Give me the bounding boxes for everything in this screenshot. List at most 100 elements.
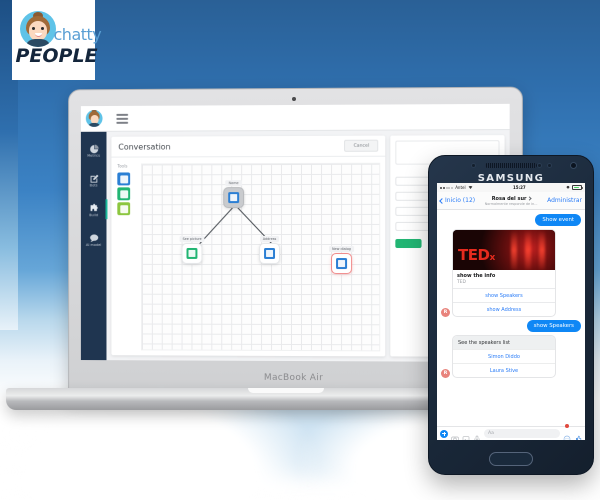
flow-node-label: Address	[259, 236, 280, 243]
plus-circle-icon[interactable]	[440, 429, 448, 438]
sidebar-item-build[interactable]: Build	[81, 199, 107, 219]
signal-strength-icon	[440, 186, 454, 189]
card-subtitle: TED	[457, 280, 466, 285]
chat-bubble-icon	[88, 231, 99, 243]
flow-node-box[interactable]	[181, 243, 203, 264]
logo-word-chatty: chatty	[53, 25, 102, 44]
tools-label: Tools	[117, 163, 128, 169]
phone-top-bezel: SAMSUNG	[429, 160, 593, 184]
wifi-icon	[468, 185, 473, 191]
manage-button[interactable]: Administrar	[547, 197, 582, 204]
notification-dot	[565, 423, 569, 428]
avatar: R	[441, 369, 450, 378]
pie-chart-icon	[88, 142, 99, 154]
speakers-list-header: See the speakers list	[453, 336, 555, 349]
back-to-inbox-button[interactable]: Inicio (12)	[439, 197, 476, 204]
phone-earpiece-speaker	[485, 163, 537, 168]
chatty-people-logo: chatty PEOPLE	[12, 0, 102, 80]
card-title: show the info	[457, 273, 496, 279]
sent-bubble-show-speakers[interactable]: show Speakers	[526, 320, 581, 332]
speaker-option-simon-diddo[interactable]: Simon Diddo	[453, 349, 555, 363]
chat-thread[interactable]: Show event R TEDx show the info TED show…	[437, 210, 585, 426]
camera-icon[interactable]	[451, 430, 459, 440]
phone-home-button[interactable]	[489, 452, 533, 466]
microphone-icon[interactable]	[473, 430, 481, 440]
phone-body: SAMSUNG Antel 15:27 Inicio (12) Rosa del…	[428, 155, 594, 475]
back-label: Inicio (12)	[445, 197, 476, 204]
emoji-smiley-icon[interactable]	[563, 423, 571, 440]
speaker-option-laura-stive[interactable]: Laura Stive	[453, 363, 555, 377]
messenger-header: Inicio (12) Rosa del sur Normalmente res…	[437, 192, 585, 210]
phone-mockup: SAMSUNG Antel 15:27 Inicio (12) Rosa del…	[428, 155, 594, 475]
text-block-icon	[335, 258, 347, 270]
edit-pencil-icon	[88, 172, 99, 183]
card-button-show-speakers[interactable]: show Speakers	[453, 288, 555, 302]
text-block-tool-icon[interactable]	[117, 172, 131, 186]
app-avatar[interactable]	[81, 106, 107, 132]
flow-node-new-dialog[interactable]: New dialog	[329, 246, 354, 275]
phone-statusbar: Antel 15:27	[437, 183, 585, 192]
chevron-right-icon	[526, 195, 532, 201]
image-block-icon	[186, 247, 198, 259]
laptop-base-notch	[248, 388, 324, 393]
conversation-panel-header: Conversation Cancel	[111, 135, 386, 158]
generic-template-card: TEDx show the info TED show Speakers sho…	[452, 229, 556, 317]
flow-node-address[interactable]: Address	[259, 236, 281, 264]
macbook-model-label: MacBook Air	[263, 372, 324, 384]
chevron-left-icon	[439, 197, 445, 204]
text-block-icon	[228, 192, 240, 204]
chat-row-speakers-list: R See the speakers list Simon Diddo Laur…	[441, 335, 581, 378]
sent-bubble-show-event[interactable]: Show event	[535, 214, 581, 226]
card-image-tedx: TEDx	[453, 230, 555, 270]
phone-led-icon	[547, 163, 552, 168]
flow-node-box[interactable]	[223, 187, 245, 209]
card-body: show the info TED	[453, 270, 555, 288]
status-time: 15:27	[512, 185, 526, 190]
flow-canvas[interactable]: Name See picture Address New dialog	[141, 162, 381, 352]
form-block-tool-icon[interactable]	[117, 202, 131, 216]
conversation-panel-content: Tools Name See picture Address New dialo…	[111, 157, 385, 357]
flow-node-box[interactable]	[330, 253, 353, 275]
page-title: Conversation	[118, 141, 171, 152]
carrier-label: Antel	[455, 185, 466, 190]
chat-row-card: R TEDx show the info TED show Speakers s…	[441, 229, 581, 317]
conversation-subtitle: Normalmente responde de in...	[484, 201, 538, 206]
phone-sensor-right-icon	[537, 163, 542, 168]
phone-sensor-left-icon	[471, 163, 476, 168]
phone-front-camera-icon	[570, 162, 577, 169]
image-block-tool-icon[interactable]	[117, 187, 131, 201]
cancel-button[interactable]: Cancel	[344, 139, 379, 152]
flow-node-see-picture[interactable]: See picture	[179, 236, 205, 264]
flow-node-name[interactable]: Name	[223, 180, 245, 209]
conversation-panel: Conversation Cancel Tools Name See pictu…	[111, 135, 386, 357]
speakers-list-card: See the speakers list Simon Diddo Laura …	[452, 335, 556, 378]
message-composer: Aa	[437, 423, 585, 440]
tools-palette: Tools	[117, 163, 141, 350]
editor-save-button[interactable]	[395, 238, 422, 249]
flow-node-label: Name	[225, 180, 242, 187]
puzzle-piece-icon	[88, 201, 99, 212]
text-block-icon	[264, 247, 276, 259]
app-sidebar: Metrics Bots Build AI model	[80, 131, 107, 361]
girl-avatar-icon	[19, 11, 56, 47]
battery-icon	[572, 185, 583, 190]
chat-row-sent: Show event	[441, 214, 581, 226]
phone-screen: Antel 15:27 Inicio (12) Rosa del sur Nor…	[437, 183, 585, 440]
message-input[interactable]: Aa	[484, 429, 560, 438]
sidebar-item-bots[interactable]: Bots	[81, 170, 107, 190]
app-topbar	[80, 103, 510, 132]
sidebar-item-metrics[interactable]: Metrics	[81, 140, 107, 160]
flow-node-label: New dialog	[329, 246, 354, 253]
sidebar-item-ai-model[interactable]: AI model	[81, 229, 107, 249]
alarm-icon	[566, 185, 570, 190]
conversation-title-block[interactable]: Rosa del sur Normalmente responde de in.…	[477, 196, 545, 206]
card-button-show-address[interactable]: show Address	[453, 302, 555, 316]
laptop-camera-icon	[291, 96, 296, 102]
logo-word-people: PEOPLE	[15, 45, 98, 67]
tedx-logo: TEDx	[458, 246, 495, 264]
image-gallery-icon[interactable]	[462, 430, 470, 440]
thumbs-up-icon[interactable]	[574, 430, 582, 440]
flow-node-box[interactable]	[259, 243, 281, 264]
hamburger-menu-icon[interactable]	[116, 113, 129, 124]
avatar: R	[441, 308, 450, 317]
